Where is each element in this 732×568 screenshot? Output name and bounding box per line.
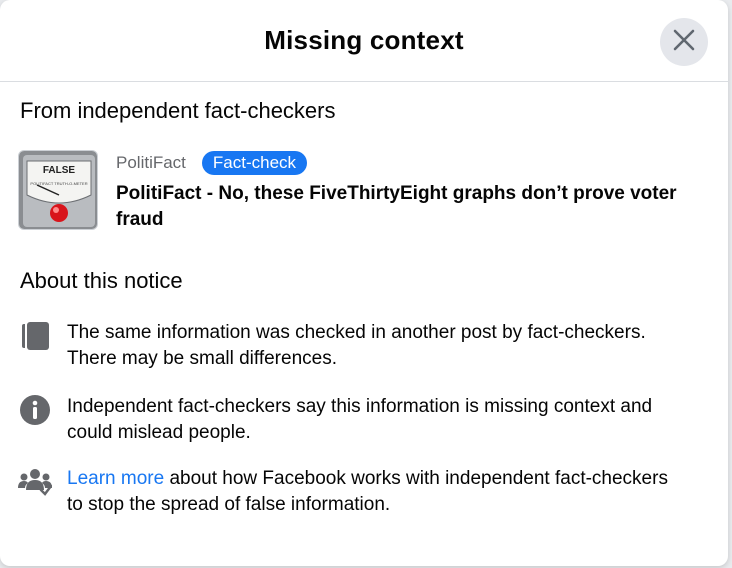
dial-label: FALSE — [43, 165, 76, 176]
notice-text-same-info: The same information was checked in anot… — [67, 322, 646, 369]
notice-item-same-info: The same information was checked in anot… — [18, 320, 708, 372]
people-icon — [18, 466, 52, 500]
notice-item-learn-more: Learn more about how Facebook works with… — [18, 466, 708, 518]
learn-more-link[interactable]: Learn more — [67, 468, 164, 489]
fact-check-headline[interactable]: PolitiFact - No, these FiveThirtyEight g… — [116, 181, 706, 233]
notice-item-missing-context: Independent fact-checkers say this infor… — [18, 394, 708, 446]
fact-check-source: PolitiFact — [116, 153, 186, 172]
fact-check-item[interactable]: FALSE POLITIFACT TRUTH-O-METER PolitiFac… — [18, 150, 698, 233]
dialog-title: Missing context — [264, 25, 464, 55]
fact-checkers-heading: From independent fact-checkers — [20, 98, 336, 123]
missing-context-dialog: Missing context From independent fact-ch… — [0, 0, 728, 566]
notice-text-learn-more: Learn more about how Facebook works with… — [67, 466, 687, 518]
info-icon — [18, 394, 52, 428]
notice-text-missing-context: Independent fact-checkers say this infor… — [67, 396, 653, 443]
fact-check-meta: PolitiFact Fact-check — [116, 150, 706, 176]
fact-check-thumbnail[interactable]: FALSE POLITIFACT TRUTH-O-METER — [18, 150, 98, 230]
fact-check-text: PolitiFact Fact-check PolitiFact - No, t… — [116, 150, 706, 233]
close-icon — [673, 29, 695, 56]
close-button[interactable] — [660, 18, 708, 66]
fact-check-badge: Fact-check — [201, 151, 308, 175]
dialog-header: Missing context — [0, 0, 728, 82]
copy-icon — [18, 320, 52, 354]
dial-brand: POLITIFACT TRUTH-O-METER — [30, 181, 87, 186]
about-notice-heading: About this notice — [20, 268, 183, 293]
